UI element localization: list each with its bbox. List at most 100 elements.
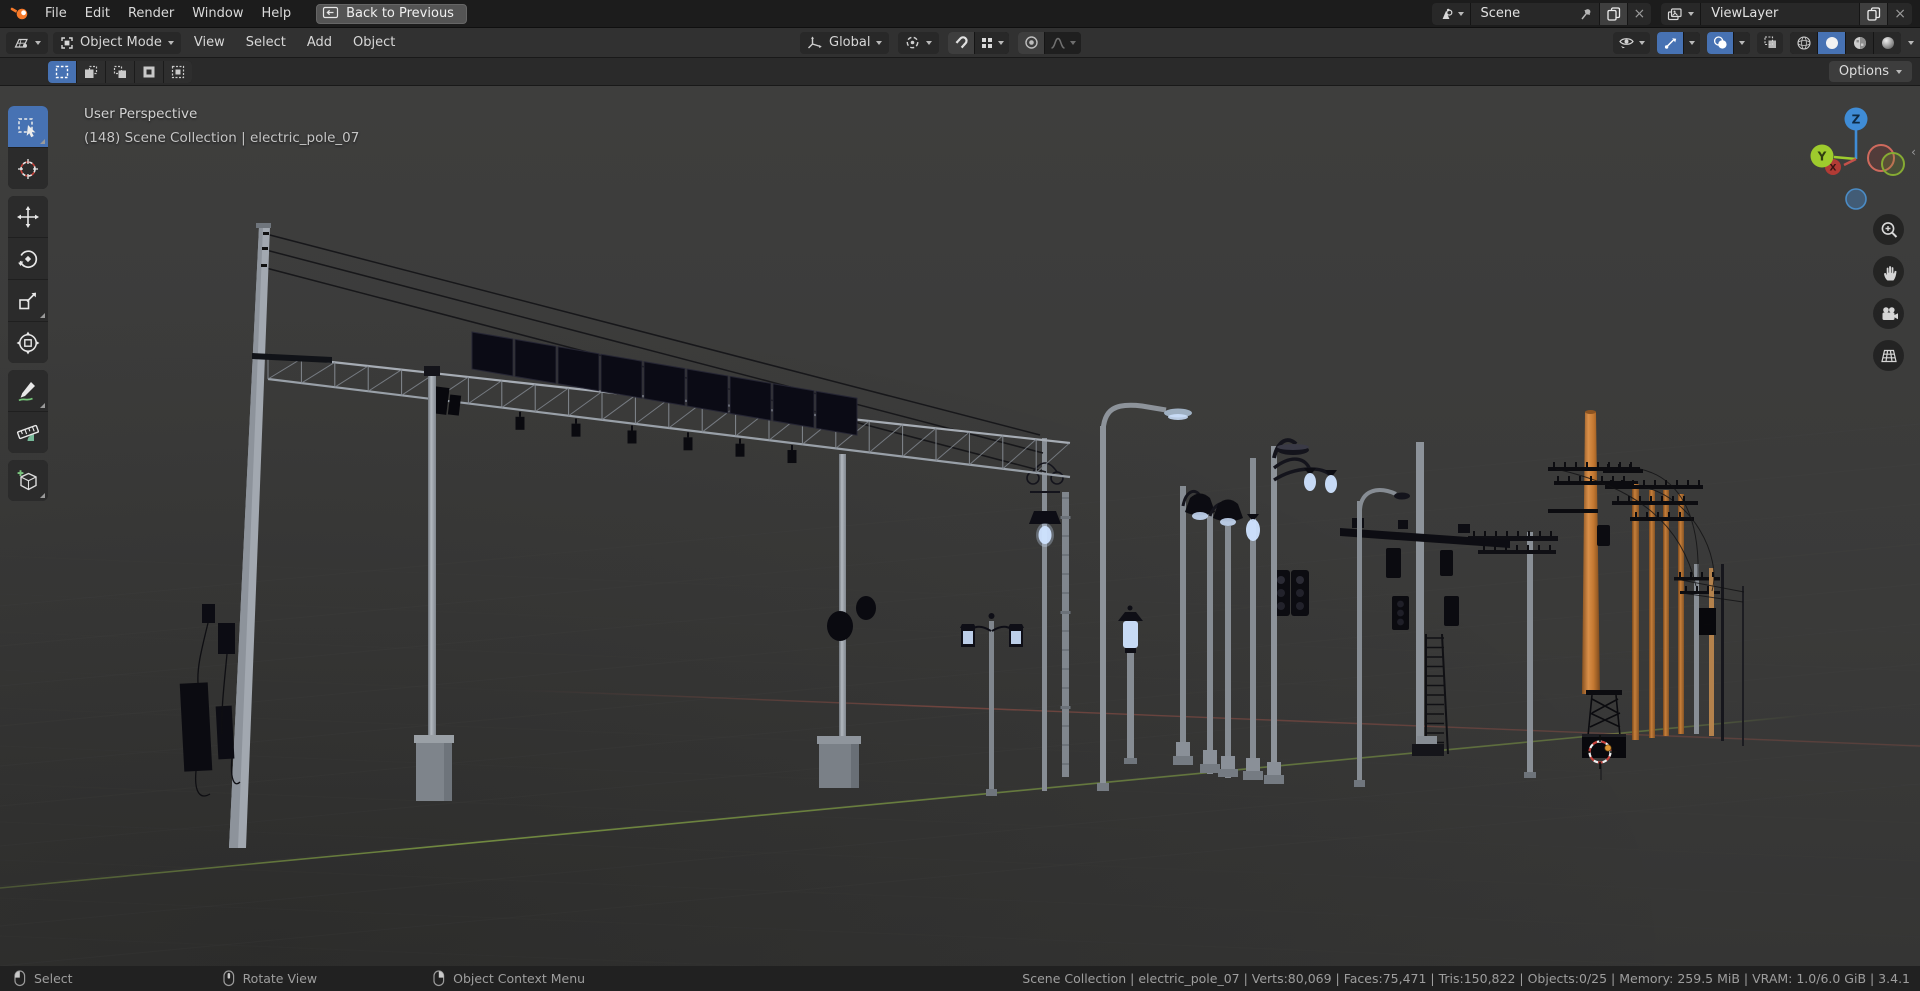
- select-mode-invert-button[interactable]: [135, 60, 163, 83]
- tool-scale[interactable]: [8, 280, 48, 321]
- tool-annotate[interactable]: [8, 370, 48, 411]
- transform-orientation-selector[interactable]: Global: [800, 31, 890, 54]
- left-mouse-button-icon: [14, 970, 26, 987]
- menu-help[interactable]: Help: [253, 3, 301, 24]
- active-object-label: (148) Scene Collection | electric_pole_0…: [84, 130, 360, 146]
- close-icon: ×: [1894, 5, 1906, 22]
- view-layer-name-field[interactable]: ViewLayer: [1701, 2, 1860, 25]
- duplicate-icon: [1866, 6, 1881, 21]
- blender-logo-icon[interactable]: [10, 6, 30, 21]
- proportional-falloff-dropdown[interactable]: [1045, 31, 1082, 54]
- scene-name-field[interactable]: Scene: [1470, 2, 1599, 25]
- gizmo-axis-neg-z[interactable]: [1845, 188, 1867, 210]
- show-overlays-toggle[interactable]: [1707, 31, 1733, 54]
- options-dropdown[interactable]: Options: [1828, 61, 1912, 82]
- shading-material-button[interactable]: [1846, 31, 1873, 54]
- options-label: Options: [1838, 64, 1889, 79]
- show-gizmos-toggle[interactable]: [1657, 31, 1683, 54]
- gizmo-arrow-icon: [1663, 35, 1678, 50]
- snap-settings-dropdown[interactable]: [975, 31, 1010, 54]
- view-layer-browse-button[interactable]: [1661, 2, 1701, 25]
- menu-file[interactable]: File: [36, 3, 76, 24]
- status-bar: Select Rotate View Object Context Menu S…: [0, 965, 1920, 991]
- menu-window[interactable]: Window: [183, 3, 252, 24]
- camera-view-button[interactable]: [1873, 298, 1904, 329]
- magnifier-plus-icon: [1881, 221, 1897, 238]
- gizmo-y-label: Y: [1817, 150, 1827, 164]
- xray-toggle[interactable]: [1757, 31, 1783, 54]
- scene-unlink-button[interactable]: ×: [1627, 2, 1652, 25]
- pivot-point-selector[interactable]: [898, 31, 940, 54]
- back-to-previous-button[interactable]: Back to Previous: [316, 3, 467, 24]
- select-mode-extend-button[interactable]: [77, 60, 105, 83]
- magnet-icon: [954, 35, 969, 50]
- hint-label: Rotate View: [242, 971, 318, 986]
- toggle-ortho-button[interactable]: [1873, 340, 1904, 371]
- duplicate-icon: [1606, 6, 1621, 21]
- tool-select-box[interactable]: [8, 106, 48, 147]
- pin-icon[interactable]: [1579, 7, 1593, 21]
- mouse-hint-context-menu: Object Context Menu: [433, 970, 585, 987]
- chevron-down-icon: [1896, 69, 1902, 74]
- scene-name: Scene: [1480, 6, 1521, 21]
- eye-cursor-icon: [1618, 35, 1635, 50]
- tool-move[interactable]: [8, 196, 48, 237]
- select-mode-intersect-button[interactable]: [164, 60, 192, 83]
- tool-measure[interactable]: [8, 412, 48, 453]
- topbar: File Edit Render Window Help Back to Pre…: [0, 0, 1920, 27]
- sidebar-expand-tab[interactable]: ‹: [1907, 140, 1920, 164]
- overlays-icon: [1713, 35, 1728, 50]
- menu-add[interactable]: Add: [299, 32, 340, 53]
- menu-edit[interactable]: Edit: [76, 3, 119, 24]
- overlays-settings-dropdown[interactable]: [1734, 31, 1750, 54]
- grid-icon: [1880, 349, 1897, 362]
- gizmo-axis-neg-y[interactable]: [1881, 152, 1905, 176]
- gizmos-controls: [1657, 31, 1700, 54]
- viewport-overlay-text: User Perspective (148) Scene Collection …: [84, 102, 359, 150]
- tool-add-cube[interactable]: [8, 460, 48, 501]
- shading-wireframe-button[interactable]: [1790, 31, 1817, 54]
- tool-transform[interactable]: [8, 322, 48, 363]
- chevron-down-icon: [1688, 11, 1695, 16]
- pan-button[interactable]: [1873, 256, 1904, 287]
- navigation-gizmo[interactable]: X Y Z: [1790, 90, 1914, 214]
- snap-increment-icon: [980, 36, 994, 50]
- chevron-down-icon: [1689, 40, 1695, 45]
- back-screen-icon: [322, 6, 339, 20]
- proportional-edit-toggle[interactable]: [1018, 31, 1045, 54]
- menu-view[interactable]: View: [186, 32, 233, 53]
- shading-solid-button[interactable]: [1818, 31, 1845, 54]
- object-type-visibility-dropdown[interactable]: [1613, 31, 1650, 54]
- select-mode-set-button[interactable]: [48, 60, 76, 83]
- shading-mode-controls: [1790, 31, 1901, 54]
- chevron-down-icon: [876, 40, 883, 45]
- viewport-nav-buttons: [1873, 214, 1904, 371]
- tool-rotate[interactable]: [8, 238, 48, 279]
- editor-type-button[interactable]: [6, 31, 48, 54]
- mode-selector[interactable]: Object Mode: [53, 31, 181, 54]
- menu-object[interactable]: Object: [345, 32, 403, 53]
- scene-browse-button[interactable]: [1431, 2, 1470, 25]
- view-layer-remove-button[interactable]: ×: [1888, 2, 1912, 25]
- tool-cursor[interactable]: [8, 148, 48, 189]
- shading-settings-dropdown[interactable]: [1908, 40, 1914, 45]
- scene-new-button[interactable]: [1599, 2, 1627, 25]
- scene-selector: Scene ×: [1431, 2, 1652, 25]
- proportional-edit-icon: [1024, 35, 1039, 50]
- orientation-axes-icon: [807, 35, 823, 50]
- 3d-viewport-scene[interactable]: [0, 86, 1920, 966]
- chevron-down-icon: [1739, 40, 1745, 45]
- hint-label: Object Context Menu: [453, 971, 586, 986]
- menu-select[interactable]: Select: [238, 32, 294, 53]
- view-layer-new-button[interactable]: [1860, 2, 1888, 25]
- wireframe-sphere-icon: [1796, 35, 1812, 51]
- gizmos-settings-dropdown[interactable]: [1684, 31, 1700, 54]
- shading-rendered-button[interactable]: [1874, 31, 1901, 54]
- 3d-viewport[interactable]: User Perspective (148) Scene Collection …: [0, 85, 1920, 966]
- select-mode-subtract-button[interactable]: [106, 60, 134, 83]
- close-icon: ×: [1633, 5, 1646, 22]
- snap-toggle[interactable]: [948, 31, 975, 54]
- zoom-button[interactable]: [1873, 214, 1904, 245]
- menu-render[interactable]: Render: [119, 3, 183, 24]
- back-button-label: Back to Previous: [346, 5, 454, 21]
